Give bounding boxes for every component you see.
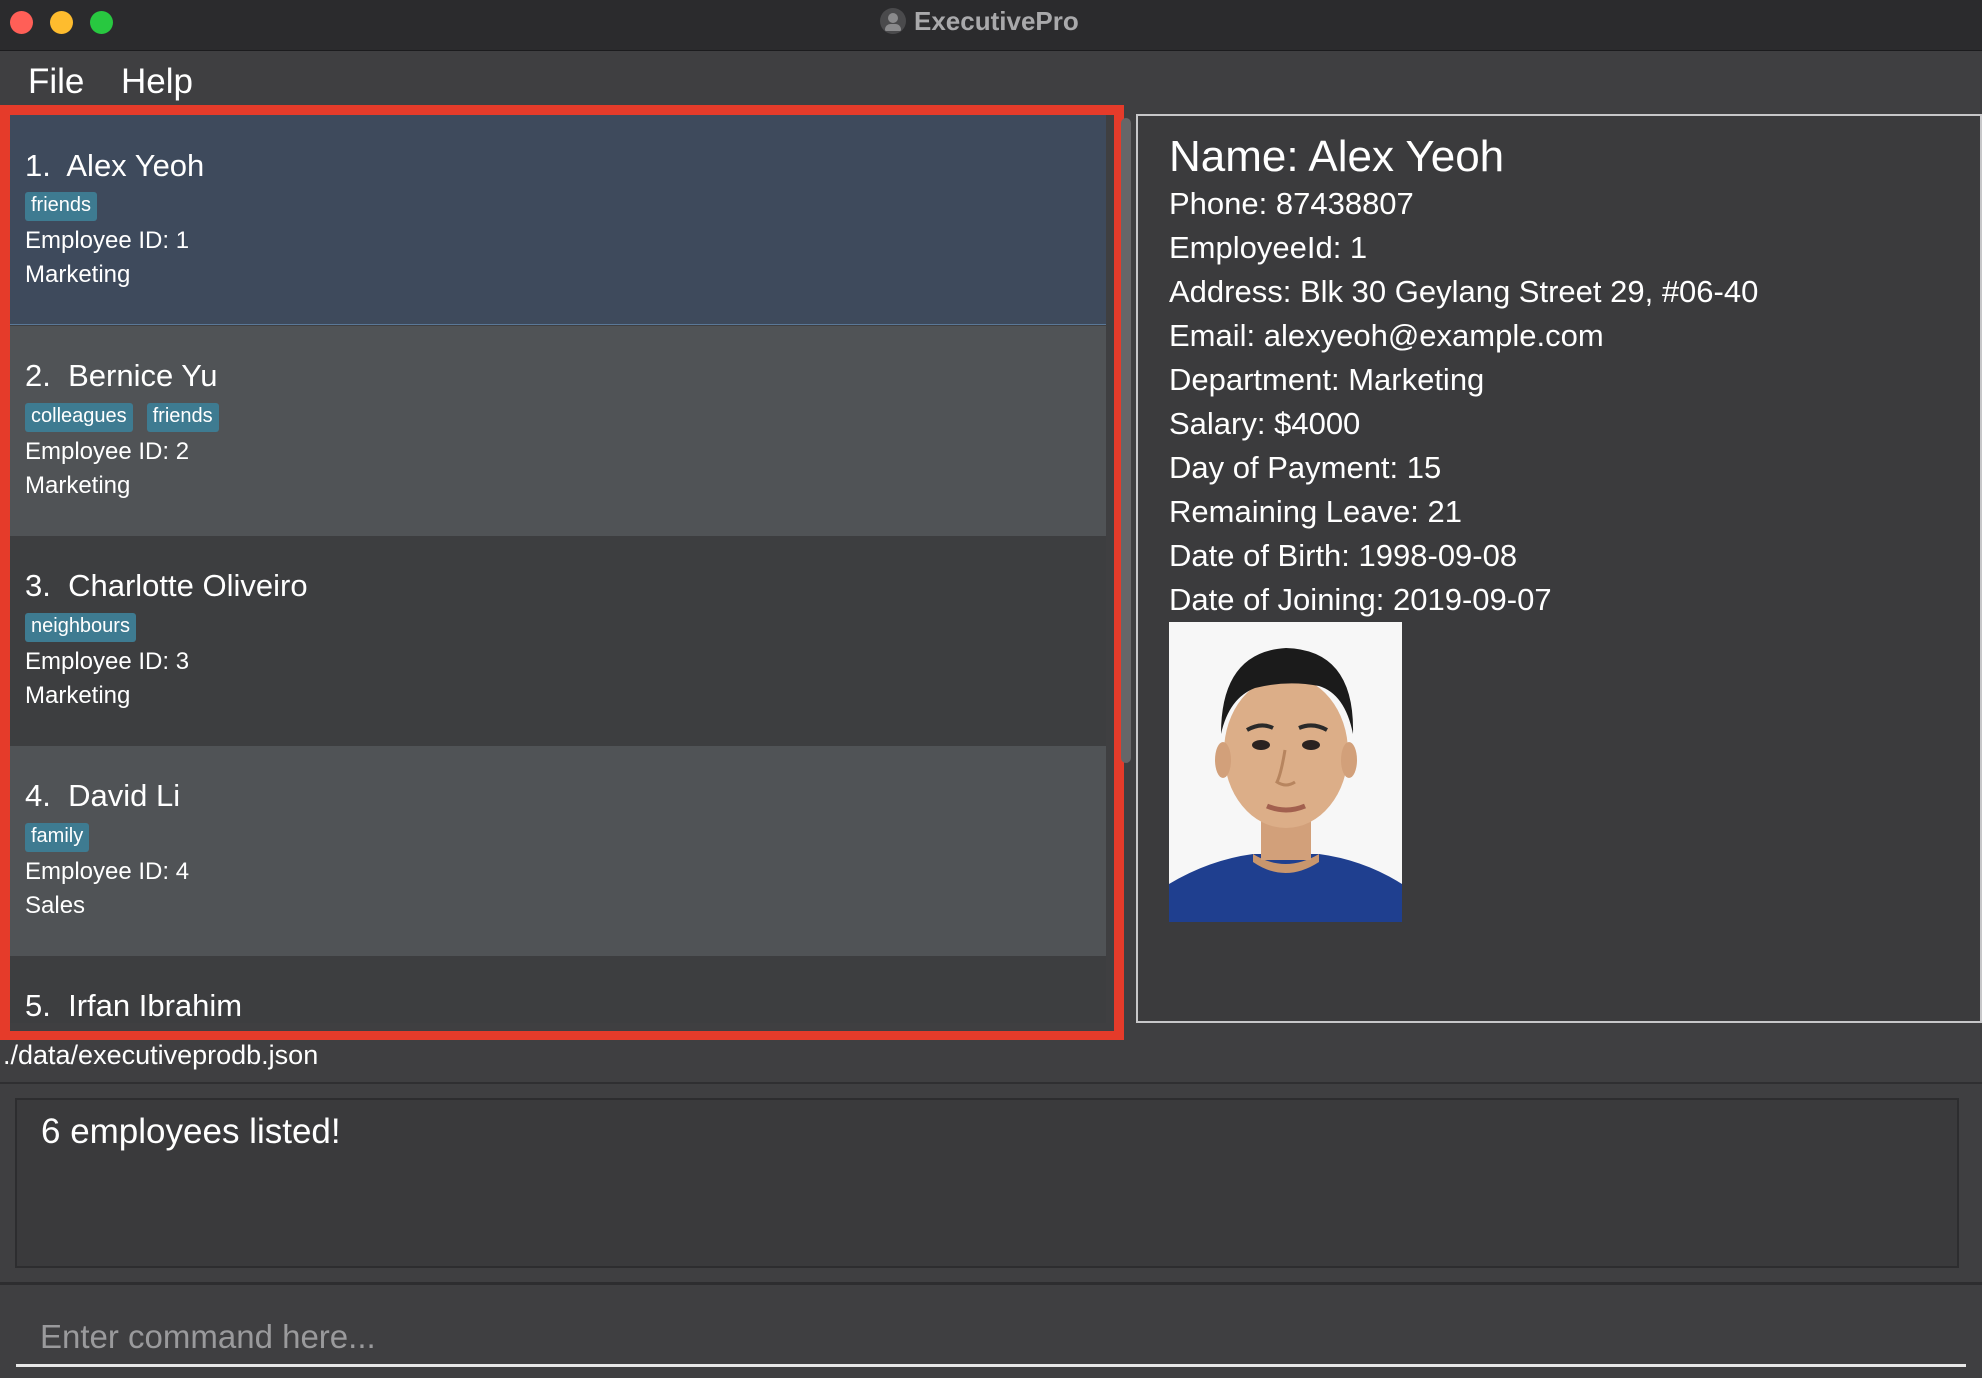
detail-day-of-payment: Day of Payment: 15	[1169, 450, 1442, 485]
tag-friends: friends	[25, 192, 98, 221]
employee-card-1[interactable]: 1. Alex Yeoh friends Employee ID: 1 Mark…	[10, 115, 1106, 325]
result-display-container: 6 employees listed!	[0, 1086, 1982, 1280]
employee-department: Marketing	[25, 261, 131, 288]
menu-help[interactable]: Help	[121, 62, 193, 102]
employee-id: Employee ID: 2	[25, 438, 190, 465]
close-window-button[interactable]	[10, 11, 33, 34]
employee-department: Marketing	[25, 682, 131, 709]
tag-friends: friends	[146, 403, 219, 432]
command-box	[0, 1282, 1982, 1378]
employee-tags: family	[25, 823, 90, 852]
detail-department: Department: Marketing	[1169, 362, 1485, 397]
minimize-window-button[interactable]	[50, 11, 73, 34]
detail-phone: Phone: 87438807	[1169, 186, 1414, 221]
employee-id: Employee ID: 3	[25, 648, 190, 675]
detail-employee-id: EmployeeId: 1	[1169, 230, 1368, 265]
employee-card-3[interactable]: 3. Charlotte Oliveiro neighbours Employe…	[10, 536, 1106, 746]
result-display: 6 employees listed!	[15, 1098, 1959, 1268]
employee-list-scrollbar[interactable]	[1121, 118, 1131, 763]
detail-email: Email: alexyeoh@example.com	[1169, 318, 1604, 353]
employee-card-name: 5. Irfan Ibrahim	[25, 988, 243, 1023]
employee-card-name: 1. Alex Yeoh	[25, 148, 205, 183]
menu-file[interactable]: File	[28, 62, 84, 102]
employee-id: Employee ID: 1	[25, 227, 190, 254]
tag-neighbours: neighbours	[25, 613, 136, 642]
detail-salary: Salary: $4000	[1169, 406, 1361, 441]
app-icon	[880, 8, 906, 34]
employee-tags: friends	[25, 192, 98, 221]
employee-detail-panel: Name: Alex Yeoh Phone: 87438807 Employee…	[1136, 114, 1982, 1023]
result-message: 6 employees listed!	[41, 1112, 341, 1151]
employee-card-name: 3. Charlotte Oliveiro	[25, 568, 308, 603]
employee-card-4[interactable]: 4. David Li family Employee ID: 4 Sales	[10, 746, 1106, 956]
employee-card-name: 4. David Li	[25, 778, 181, 813]
employee-tags: colleagues friends	[25, 403, 219, 432]
command-input[interactable]	[16, 1309, 1966, 1367]
window-title-group: ExecutivePro	[880, 6, 1079, 36]
menu-bar: File Help	[0, 52, 1982, 110]
detail-remaining-leave: Remaining Leave: 21	[1169, 494, 1462, 529]
maximize-window-button[interactable]	[90, 11, 113, 34]
employee-department: Marketing	[25, 472, 131, 499]
detail-address: Address: Blk 30 Geylang Street 29, #06-4…	[1169, 274, 1759, 309]
employee-card-name: 2. Bernice Yu	[25, 358, 218, 393]
data-file-path: ./data/executiveprodb.json	[3, 1040, 319, 1070]
tag-family: family	[25, 823, 90, 852]
status-bar: ./data/executiveprodb.json	[0, 1040, 1982, 1084]
title-bar: ExecutivePro	[0, 0, 1982, 51]
detail-date-of-joining: Date of Joining: 2019-09-07	[1169, 582, 1552, 617]
detail-name: Name: Alex Yeoh	[1169, 132, 1505, 181]
employee-photo-portrait	[1169, 622, 1402, 922]
employee-card-2[interactable]: 2. Bernice Yu colleagues friends Employe…	[10, 326, 1106, 536]
employee-department: Sales	[25, 892, 86, 919]
detail-date-of-birth: Date of Birth: 1998-09-08	[1169, 538, 1518, 573]
employee-card-5[interactable]: 5. Irfan Ibrahim	[10, 956, 1106, 1023]
window-title: ExecutivePro	[914, 5, 1079, 36]
employee-tags: neighbours	[25, 613, 136, 642]
employee-id: Employee ID: 4	[25, 858, 190, 885]
app-window: ExecutivePro File Help 1. Alex Yeoh frie…	[0, 0, 1982, 1378]
employee-photo	[1169, 622, 1402, 922]
employee-list[interactable]: 1. Alex Yeoh friends Employee ID: 1 Mark…	[10, 115, 1106, 1023]
tag-colleagues: colleagues	[25, 403, 133, 432]
